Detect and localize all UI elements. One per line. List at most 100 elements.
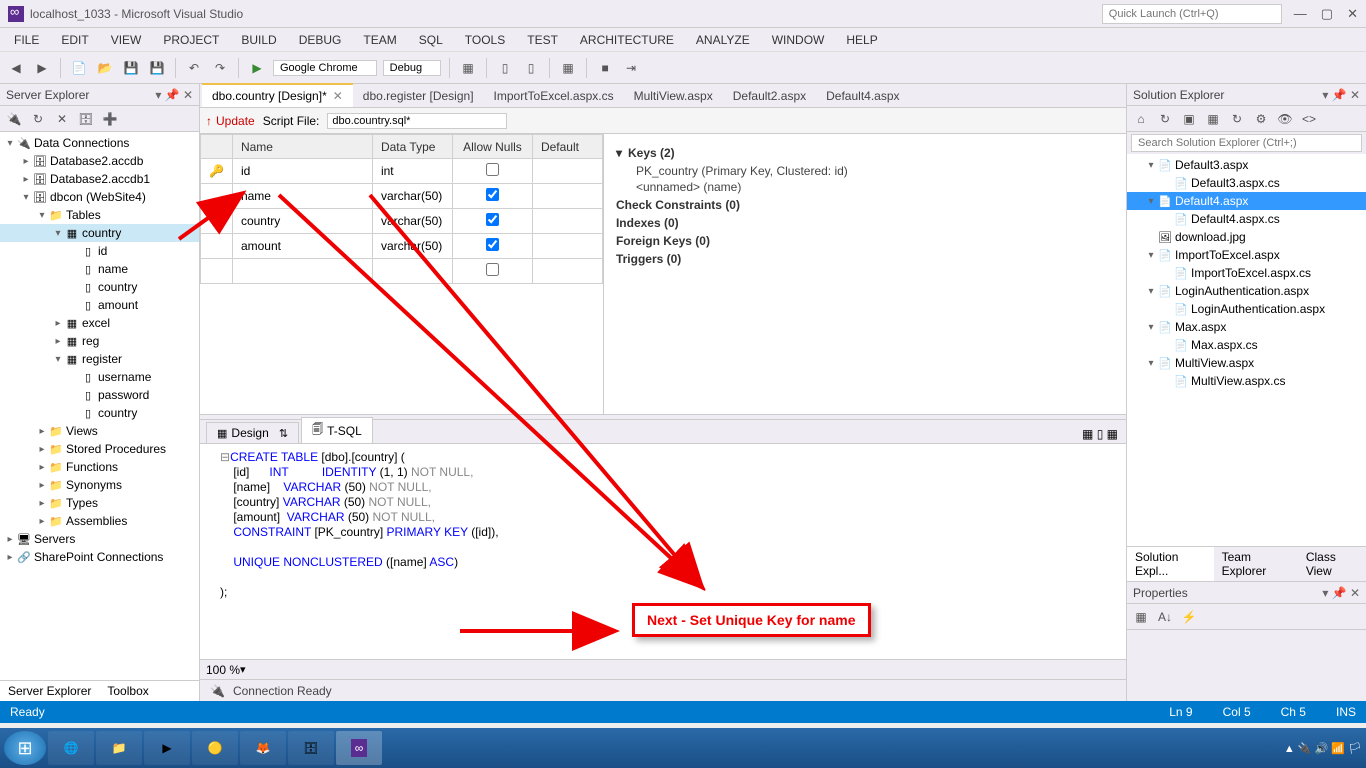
db-icon[interactable]: 🗄 (76, 109, 96, 129)
pane-options-icon[interactable]: ▦ ▯ ▦ (1074, 425, 1126, 443)
tree-item[interactable]: ▸📁Views (0, 422, 199, 440)
tab-solution-explorer[interactable]: Solution Expl... (1127, 547, 1214, 581)
config-dropdown[interactable]: Debug (383, 60, 441, 76)
tree-item[interactable]: ▸🗄Database2.accdb1 (0, 170, 199, 188)
tree-item[interactable]: ▯name (0, 260, 199, 278)
new-icon[interactable]: 📄 (69, 58, 89, 78)
tree-item[interactable]: 📄LoginAuthentication.aspx (1127, 300, 1366, 318)
keys-header[interactable]: ▾ Keys (2) (616, 146, 1114, 160)
categorized-icon[interactable]: ▦ (1131, 607, 1151, 627)
step-icon[interactable]: ⇥ (621, 58, 641, 78)
menu-file[interactable]: FILE (6, 31, 47, 49)
doc-tab[interactable]: ImportToExcel.aspx.cs (484, 85, 624, 107)
tree-item[interactable]: ▯amount (0, 296, 199, 314)
menu-project[interactable]: PROJECT (155, 31, 227, 49)
autohide-icon[interactable]: ▾ 📌 ✕ (155, 88, 193, 102)
tree-item[interactable]: ▸🔗SharePoint Connections (0, 548, 199, 566)
tree-item[interactable]: ▾▦register (0, 350, 199, 368)
key-pk[interactable]: PK_country (Primary Key, Clustered: id) (616, 164, 1114, 178)
menu-window[interactable]: WINDOW (764, 31, 833, 49)
tool2-icon[interactable]: ▯ (495, 58, 515, 78)
minimize-icon[interactable]: — (1294, 6, 1307, 22)
autohide-icon[interactable]: ▾ 📌 ✕ (1322, 88, 1360, 102)
tree-item[interactable]: 📄Default3.aspx.cs (1127, 174, 1366, 192)
preview-icon[interactable]: 👁 (1275, 109, 1295, 129)
table-row[interactable]: countryvarchar(50) (201, 209, 603, 234)
open-icon[interactable]: 📂 (95, 58, 115, 78)
tree-item[interactable]: ▸🗄Database2.accdb (0, 152, 199, 170)
table-row[interactable]: amountvarchar(50) (201, 234, 603, 259)
home-icon[interactable]: ⌂ (1131, 109, 1151, 129)
tree-item[interactable]: ▸📁Types (0, 494, 199, 512)
start-button[interactable]: ⊞ (4, 731, 46, 765)
tree-item[interactable]: ▸🖥Servers (0, 530, 199, 548)
maximize-icon[interactable]: ▢ (1321, 6, 1333, 22)
tree-item[interactable]: 📄ImportToExcel.aspx.cs (1127, 264, 1366, 282)
tree-item[interactable]: ▸▦excel (0, 314, 199, 332)
tree-item[interactable]: ▸📁Functions (0, 458, 199, 476)
menu-help[interactable]: HELP (838, 31, 885, 49)
menu-analyze[interactable]: ANALYZE (688, 31, 758, 49)
doc-tab[interactable]: dbo.country [Design]* ✕ (202, 83, 353, 107)
tool-icon[interactable]: ▦ (458, 58, 478, 78)
taskbar-vs[interactable]: ∞ (336, 731, 382, 765)
tree-item[interactable]: ▯country (0, 404, 199, 422)
tab-team-explorer[interactable]: Team Explorer (1214, 547, 1298, 581)
tree-item[interactable]: ▾📄Max.aspx (1127, 318, 1366, 336)
show-all-icon[interactable]: ▦ (1203, 109, 1223, 129)
col-default-header[interactable]: Default (532, 135, 602, 159)
menu-edit[interactable]: EDIT (53, 31, 96, 49)
menu-team[interactable]: TEAM (355, 31, 404, 49)
table-row[interactable]: 🔑idint (201, 159, 603, 184)
tab-server-explorer[interactable]: Server Explorer (0, 681, 99, 701)
solution-explorer-tree[interactable]: ▾📄Default3.aspx📄Default3.aspx.cs▾📄Defaul… (1127, 154, 1366, 546)
quick-launch-input[interactable] (1102, 4, 1282, 24)
redo-icon[interactable]: ↷ (210, 58, 230, 78)
indexes-header[interactable]: Indexes (0) (616, 216, 1114, 230)
doc-tab[interactable]: MultiView.aspx (624, 85, 723, 107)
tree-item[interactable]: ▾📄Default3.aspx (1127, 156, 1366, 174)
close-icon[interactable]: ✕ (1347, 6, 1358, 22)
back-icon[interactable]: ◀ (6, 58, 26, 78)
tree-item[interactable]: ▾📁Tables (0, 206, 199, 224)
taskbar-explorer[interactable]: 📁 (96, 731, 142, 765)
col-name-header[interactable]: Name (232, 135, 372, 159)
tree-item[interactable]: ▸📁Assemblies (0, 512, 199, 530)
solution-search-input[interactable] (1131, 134, 1362, 152)
taskbar-ssms[interactable]: 🗄 (288, 731, 334, 765)
collapse-icon[interactable]: ▣ (1179, 109, 1199, 129)
run-target-dropdown[interactable]: Google Chrome (273, 60, 377, 76)
tree-item[interactable]: 📄Default4.aspx.cs (1127, 210, 1366, 228)
update-button[interactable]: ↑ Update (206, 114, 255, 128)
col-type-header[interactable]: Data Type (372, 135, 452, 159)
table-row[interactable]: namevarchar(50) (201, 184, 603, 209)
menu-build[interactable]: BUILD (233, 31, 284, 49)
columns-grid[interactable]: Name Data Type Allow Nulls Default 🔑idin… (200, 134, 603, 284)
tree-item[interactable]: ▾📄LoginAuthentication.aspx (1127, 282, 1366, 300)
refresh-icon[interactable]: ↻ (1227, 109, 1247, 129)
save-icon[interactable]: 💾 (121, 58, 141, 78)
properties-icon[interactable]: ⚙ (1251, 109, 1271, 129)
doc-tab[interactable]: Default2.aspx (723, 85, 816, 107)
tool3-icon[interactable]: ▯ (521, 58, 541, 78)
tray-icons[interactable]: ▲ 🔌 🔊 📶 🏳 (1284, 742, 1362, 755)
add-icon[interactable]: ➕ (100, 109, 120, 129)
tree-item[interactable]: ▾📄MultiView.aspx (1127, 354, 1366, 372)
sync-icon[interactable]: ↻ (1155, 109, 1175, 129)
tree-item[interactable]: ▾📄Default4.aspx (1127, 192, 1366, 210)
taskbar-ie[interactable]: 🌐 (48, 731, 94, 765)
doc-tab[interactable]: Default4.aspx (816, 85, 909, 107)
tab-tsql[interactable]: 🗐 T-SQL (301, 417, 373, 443)
refresh-icon[interactable]: ↻ (28, 109, 48, 129)
check-constraints-header[interactable]: Check Constraints (0) (616, 198, 1114, 212)
taskbar-chrome[interactable]: 🟡 (192, 731, 238, 765)
tree-item[interactable]: ▸▦reg (0, 332, 199, 350)
tree-item[interactable]: ▯country (0, 278, 199, 296)
tree-item[interactable]: ▾🔌Data Connections (0, 134, 199, 152)
key-unnamed[interactable]: <unnamed> (name) (616, 180, 1114, 194)
doc-tab[interactable]: dbo.register [Design] (353, 85, 484, 107)
tab-class-view[interactable]: Class View (1298, 547, 1366, 581)
menu-debug[interactable]: DEBUG (291, 31, 350, 49)
stop-icon[interactable]: ✕ (52, 109, 72, 129)
forward-icon[interactable]: ▶ (32, 58, 52, 78)
